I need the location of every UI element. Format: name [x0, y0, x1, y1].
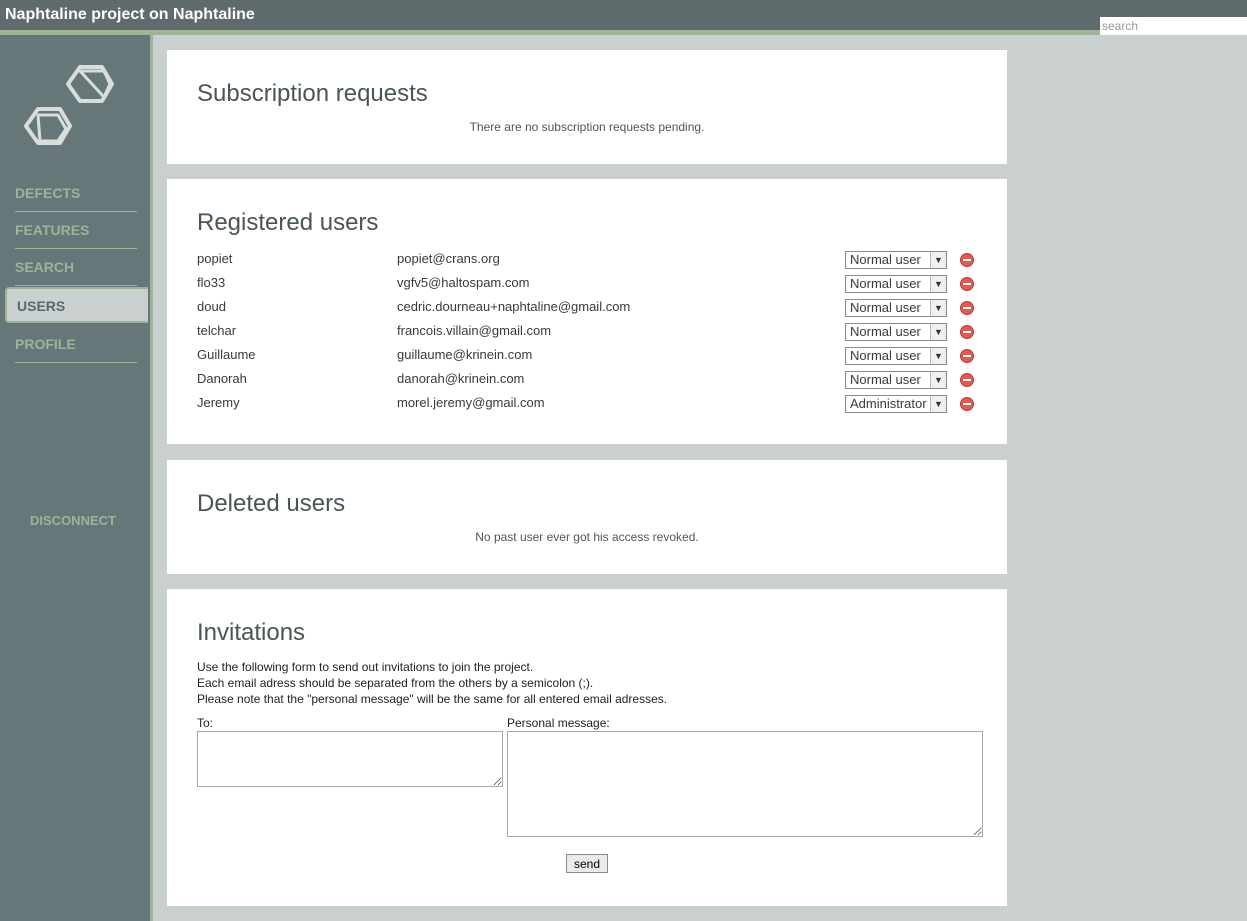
instruction-line: Each email adress should be separated fr…	[197, 676, 594, 690]
user-name: flo33	[197, 275, 226, 290]
remove-user-icon[interactable]	[960, 277, 974, 291]
sidebar-item-label: FEATURES	[15, 222, 90, 238]
disconnect-link[interactable]: DISCONNECT	[0, 513, 146, 528]
sidebar-border	[150, 35, 153, 921]
role-select[interactable]: Normal user ▼	[845, 323, 947, 341]
invitations-instructions: Use the following form to send out invit…	[197, 659, 667, 707]
personal-message-field[interactable]	[507, 731, 983, 837]
sidebar-item-label: DEFECTS	[15, 185, 81, 201]
role-select[interactable]: Normal user ▼	[845, 371, 947, 389]
sidebar-item-features[interactable]: FEATURES	[15, 212, 137, 249]
sidebar-item-users[interactable]: USERS	[5, 287, 148, 323]
invitations-title: Invitations	[197, 619, 306, 646]
sidebar-item-label: PROFILE	[15, 336, 76, 352]
user-name: popiet	[197, 251, 233, 266]
registered-users-title: Registered users	[197, 209, 379, 236]
user-email: danorah@krinein.com	[397, 371, 525, 386]
deleted-users-title: Deleted users	[197, 490, 346, 517]
chevron-down-icon: ▼	[930, 252, 946, 268]
chevron-down-icon: ▼	[930, 276, 946, 292]
search-input[interactable]	[1100, 17, 1247, 35]
user-row: Danorah danorah@krinein.com Normal user ▼	[197, 371, 987, 393]
invitations-panel: Invitations Use the following form to se…	[167, 589, 1007, 906]
deleted-users-panel: Deleted users No past user ever got his …	[167, 460, 1007, 574]
sidebar-item-label: USERS	[17, 298, 66, 314]
subscription-requests-panel: Subscription requests There are no subsc…	[167, 50, 1007, 164]
instruction-line: Please note that the "personal message" …	[197, 692, 668, 706]
user-name: Jeremy	[197, 395, 240, 410]
deleted-empty-message: No past user ever got his access revoked…	[475, 530, 699, 544]
subscription-empty-message: There are no subscription requests pendi…	[469, 120, 705, 134]
naphtaline-logo	[24, 65, 114, 145]
top-bar: Naphtaline project on Naphtaline	[0, 0, 1247, 30]
role-select[interactable]: Normal user ▼	[845, 299, 947, 317]
sidebar: DEFECTS FEATURES SEARCH USERS PROFILE DI…	[0, 35, 150, 921]
send-button[interactable]: send	[566, 854, 608, 873]
user-email: guillaume@krinein.com	[397, 347, 533, 362]
chevron-down-icon: ▼	[930, 300, 946, 316]
user-email: popiet@crans.org	[397, 251, 500, 266]
role-select[interactable]: Normal user ▼	[845, 275, 947, 293]
chevron-down-icon: ▼	[930, 324, 946, 340]
user-email: cedric.dourneau+naphtaline@gmail.com	[397, 299, 631, 314]
remove-user-icon[interactable]	[960, 301, 974, 315]
remove-user-icon[interactable]	[960, 349, 974, 363]
remove-user-icon[interactable]	[960, 325, 974, 339]
subscription-requests-title: Subscription requests	[197, 80, 428, 107]
user-row: Guillaume guillaume@krinein.com Normal u…	[197, 347, 987, 369]
remove-user-icon[interactable]	[960, 373, 974, 387]
role-select[interactable]: Normal user ▼	[845, 251, 947, 269]
user-row: flo33 vgfv5@haltospam.com Normal user ▼	[197, 275, 987, 297]
top-accent-line	[0, 30, 1100, 35]
registered-users-panel: Registered users popiet popiet@crans.org…	[167, 179, 1007, 444]
sidebar-item-search[interactable]: SEARCH	[15, 249, 137, 286]
user-row: Jeremy morel.jeremy@gmail.com Administra…	[197, 395, 987, 417]
remove-user-icon[interactable]	[960, 397, 974, 411]
user-row: telchar francois.villain@gmail.com Norma…	[197, 323, 987, 345]
personal-message-label: Personal message:	[507, 716, 610, 730]
user-email: francois.villain@gmail.com	[397, 323, 552, 338]
user-email: morel.jeremy@gmail.com	[397, 395, 545, 410]
instruction-line: Use the following form to send out invit…	[197, 660, 534, 674]
user-row: popiet popiet@crans.org Normal user ▼	[197, 251, 987, 273]
chevron-down-icon: ▼	[930, 372, 946, 388]
chevron-down-icon: ▼	[930, 348, 946, 364]
user-name: Guillaume	[197, 347, 256, 362]
chevron-down-icon: ▼	[930, 396, 946, 412]
user-name: telchar	[197, 323, 237, 338]
user-name: doud	[197, 299, 226, 314]
sidebar-item-defects[interactable]: DEFECTS	[15, 175, 137, 212]
user-name: Danorah	[197, 371, 247, 386]
sidebar-item-label: SEARCH	[15, 259, 75, 275]
role-select[interactable]: Normal user ▼	[845, 347, 947, 365]
role-select[interactable]: Administrator ▼	[845, 395, 947, 413]
user-row: doud cedric.dourneau+naphtaline@gmail.co…	[197, 299, 987, 321]
to-label: To:	[197, 716, 214, 730]
user-email: vgfv5@haltospam.com	[397, 275, 530, 290]
sidebar-item-profile[interactable]: PROFILE	[15, 326, 137, 363]
app-title: Naphtaline project on Naphtaline	[5, 6, 255, 23]
remove-user-icon[interactable]	[960, 253, 974, 267]
to-field[interactable]	[197, 731, 503, 787]
